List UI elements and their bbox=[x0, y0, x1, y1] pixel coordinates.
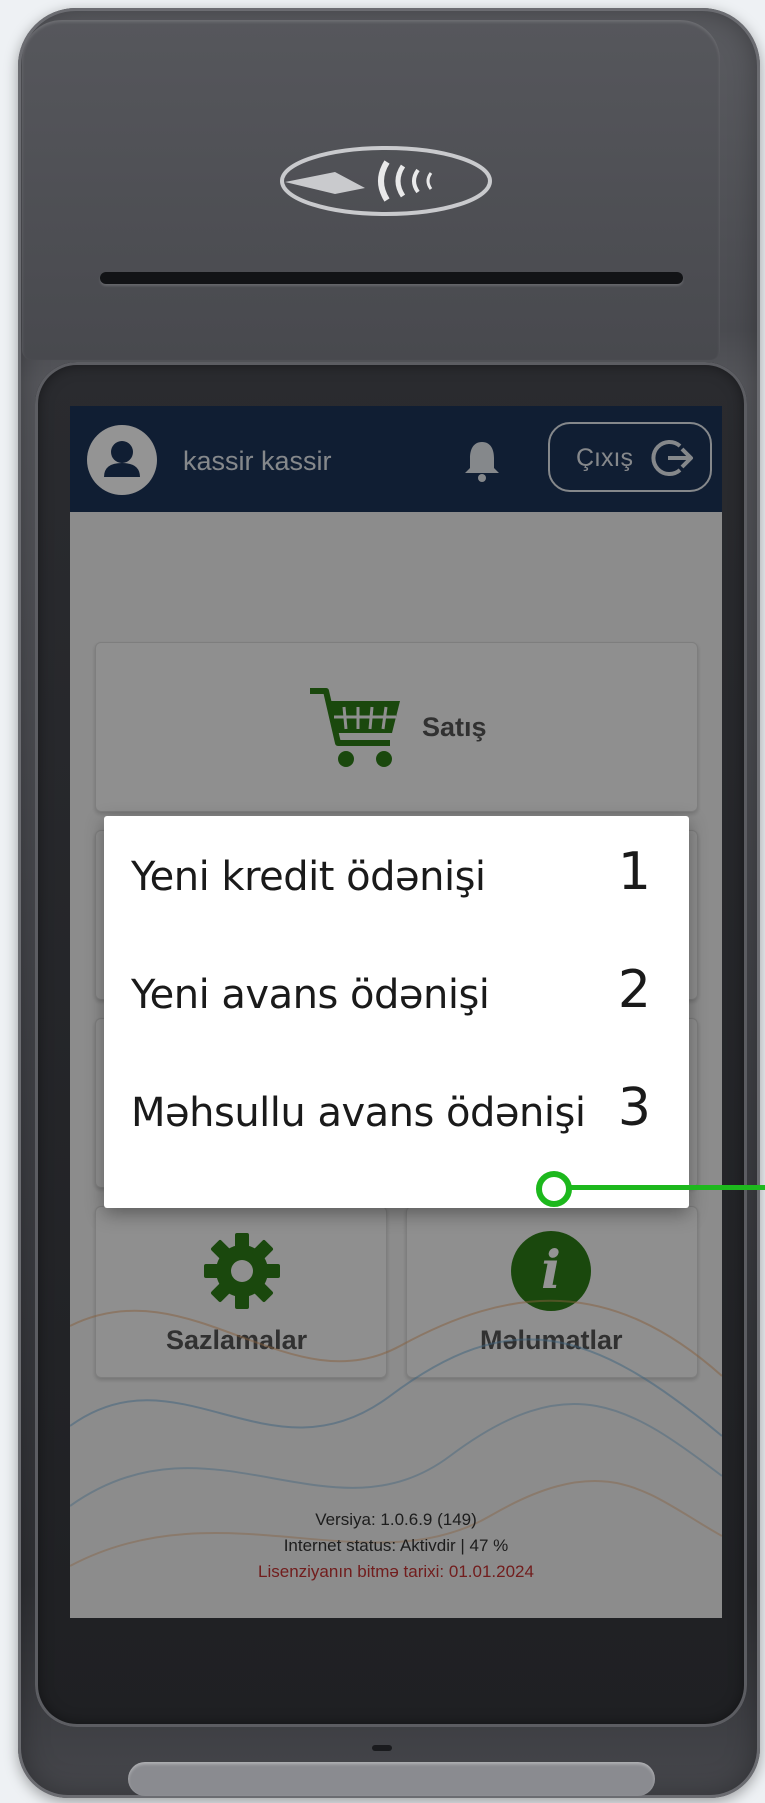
dialog-option-number: 2 bbox=[617, 960, 651, 1020]
charging-port bbox=[372, 1745, 392, 1751]
dialog-option-new-advance-payment[interactable]: Yeni avans ödənişi 2 bbox=[104, 934, 689, 1052]
contactless-icon bbox=[280, 146, 492, 216]
device-bottom-bar bbox=[128, 1762, 655, 1796]
dialog-option-label: Yeni avans ödənişi bbox=[131, 972, 490, 1018]
dialog-option-label: Yeni kredit ödənişi bbox=[131, 854, 486, 900]
callout-pointer-dot bbox=[536, 1171, 572, 1207]
dialog-option-label: Məhsullu avans ödənişi bbox=[131, 1090, 586, 1136]
dialog-option-product-advance-payment[interactable]: Məhsullu avans ödənişi 3 bbox=[104, 1052, 689, 1170]
dialog-option-new-credit-payment[interactable]: Yeni kredit ödənişi 1 bbox=[104, 816, 689, 934]
callout-pointer-line bbox=[566, 1185, 765, 1190]
dialog-option-number: 1 bbox=[617, 842, 651, 902]
payment-type-dialog: Yeni kredit ödənişi 1 Yeni avans ödənişi… bbox=[104, 816, 689, 1208]
dialog-option-number: 3 bbox=[617, 1078, 651, 1138]
printer-slot bbox=[100, 272, 683, 284]
